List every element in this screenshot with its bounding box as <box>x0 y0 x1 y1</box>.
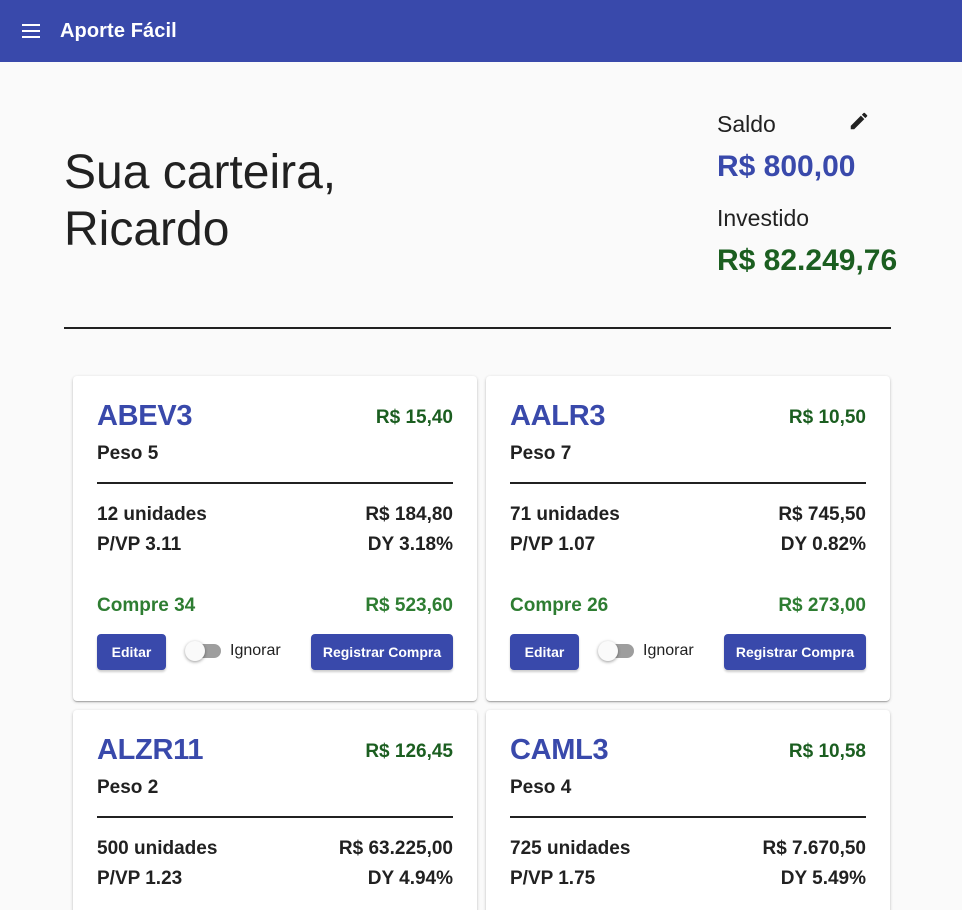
asset-units: 71 unidades <box>510 504 620 525</box>
asset-ticker: CAML3 <box>510 734 609 766</box>
asset-units: 12 unidades <box>97 504 207 525</box>
investido-value: R$ 82.249,76 <box>717 244 898 277</box>
section-divider <box>64 327 891 329</box>
buy-suggestion: Compre 34 <box>97 595 196 616</box>
asset-card: CAML3 R$ 10,58 Peso 4 725 unidades R$ 7.… <box>486 710 890 910</box>
asset-total: R$ 745,50 <box>778 504 866 525</box>
register-purchase-button[interactable]: Registrar Compra <box>311 634 453 670</box>
asset-card: AALR3 R$ 10,50 Peso 7 71 unidades R$ 745… <box>486 376 890 701</box>
app-title: Aporte Fácil <box>60 19 177 42</box>
asset-price: R$ 15,40 <box>375 407 453 428</box>
card-divider <box>97 482 453 484</box>
card-divider <box>510 816 866 818</box>
greeting-line-1: Sua carteira, <box>64 146 337 199</box>
pencil-icon[interactable] <box>848 110 870 132</box>
asset-pvp: P/VP 1.75 <box>510 868 596 889</box>
asset-total: R$ 63.225,00 <box>338 838 453 859</box>
asset-total: R$ 184,80 <box>365 504 453 525</box>
toggle-knob <box>185 641 205 661</box>
asset-dy: DY 0.82% <box>780 534 866 555</box>
asset-units: 725 unidades <box>510 838 631 859</box>
asset-weight: Peso 2 <box>97 777 159 798</box>
asset-pvp: P/VP 1.07 <box>510 534 596 555</box>
edit-button[interactable]: Editar <box>97 634 166 670</box>
asset-total: R$ 7.670,50 <box>762 838 866 859</box>
asset-price: R$ 10,50 <box>788 407 866 428</box>
asset-units: 500 unidades <box>97 838 218 859</box>
asset-card: ALZR11 R$ 126,45 Peso 2 500 unidades R$ … <box>73 710 477 910</box>
saldo-value: R$ 800,00 <box>717 150 856 183</box>
asset-price: R$ 126,45 <box>365 741 453 762</box>
ignore-label: Ignorar <box>230 642 281 659</box>
saldo-label: Saldo <box>717 111 776 137</box>
asset-dy: DY 5.49% <box>780 868 866 889</box>
ignore-toggle[interactable] <box>598 641 634 661</box>
page-title: Sua carteira, Ricardo <box>64 144 484 258</box>
app-bar: Aporte Fácil <box>0 0 962 62</box>
greeting-line-2: Ricardo <box>64 203 230 256</box>
asset-weight: Peso 7 <box>510 443 572 464</box>
card-divider <box>97 816 453 818</box>
ignore-toggle[interactable] <box>185 641 221 661</box>
asset-weight: Peso 5 <box>97 443 159 464</box>
asset-card: ABEV3 R$ 15,40 Peso 5 12 unidades R$ 184… <box>73 376 477 701</box>
asset-pvp: P/VP 1.23 <box>97 868 183 889</box>
toggle-knob <box>598 641 618 661</box>
investido-label: Investido <box>717 205 810 231</box>
asset-price: R$ 10,58 <box>788 741 866 762</box>
asset-ticker: ABEV3 <box>97 400 193 432</box>
asset-dy: DY 4.94% <box>367 868 453 889</box>
register-purchase-button[interactable]: Registrar Compra <box>724 634 866 670</box>
buy-total: R$ 523,60 <box>365 595 453 616</box>
asset-ticker: AALR3 <box>510 400 606 432</box>
ignore-label: Ignorar <box>643 642 694 659</box>
buy-suggestion: Compre 26 <box>510 595 609 616</box>
buy-total: R$ 273,00 <box>778 595 866 616</box>
edit-button[interactable]: Editar <box>510 634 579 670</box>
asset-ticker: ALZR11 <box>97 734 204 766</box>
card-divider <box>510 482 866 484</box>
asset-pvp: P/VP 3.11 <box>97 534 182 555</box>
asset-dy: DY 3.18% <box>367 534 453 555</box>
menu-icon[interactable] <box>22 20 44 42</box>
asset-weight: Peso 4 <box>510 777 572 798</box>
